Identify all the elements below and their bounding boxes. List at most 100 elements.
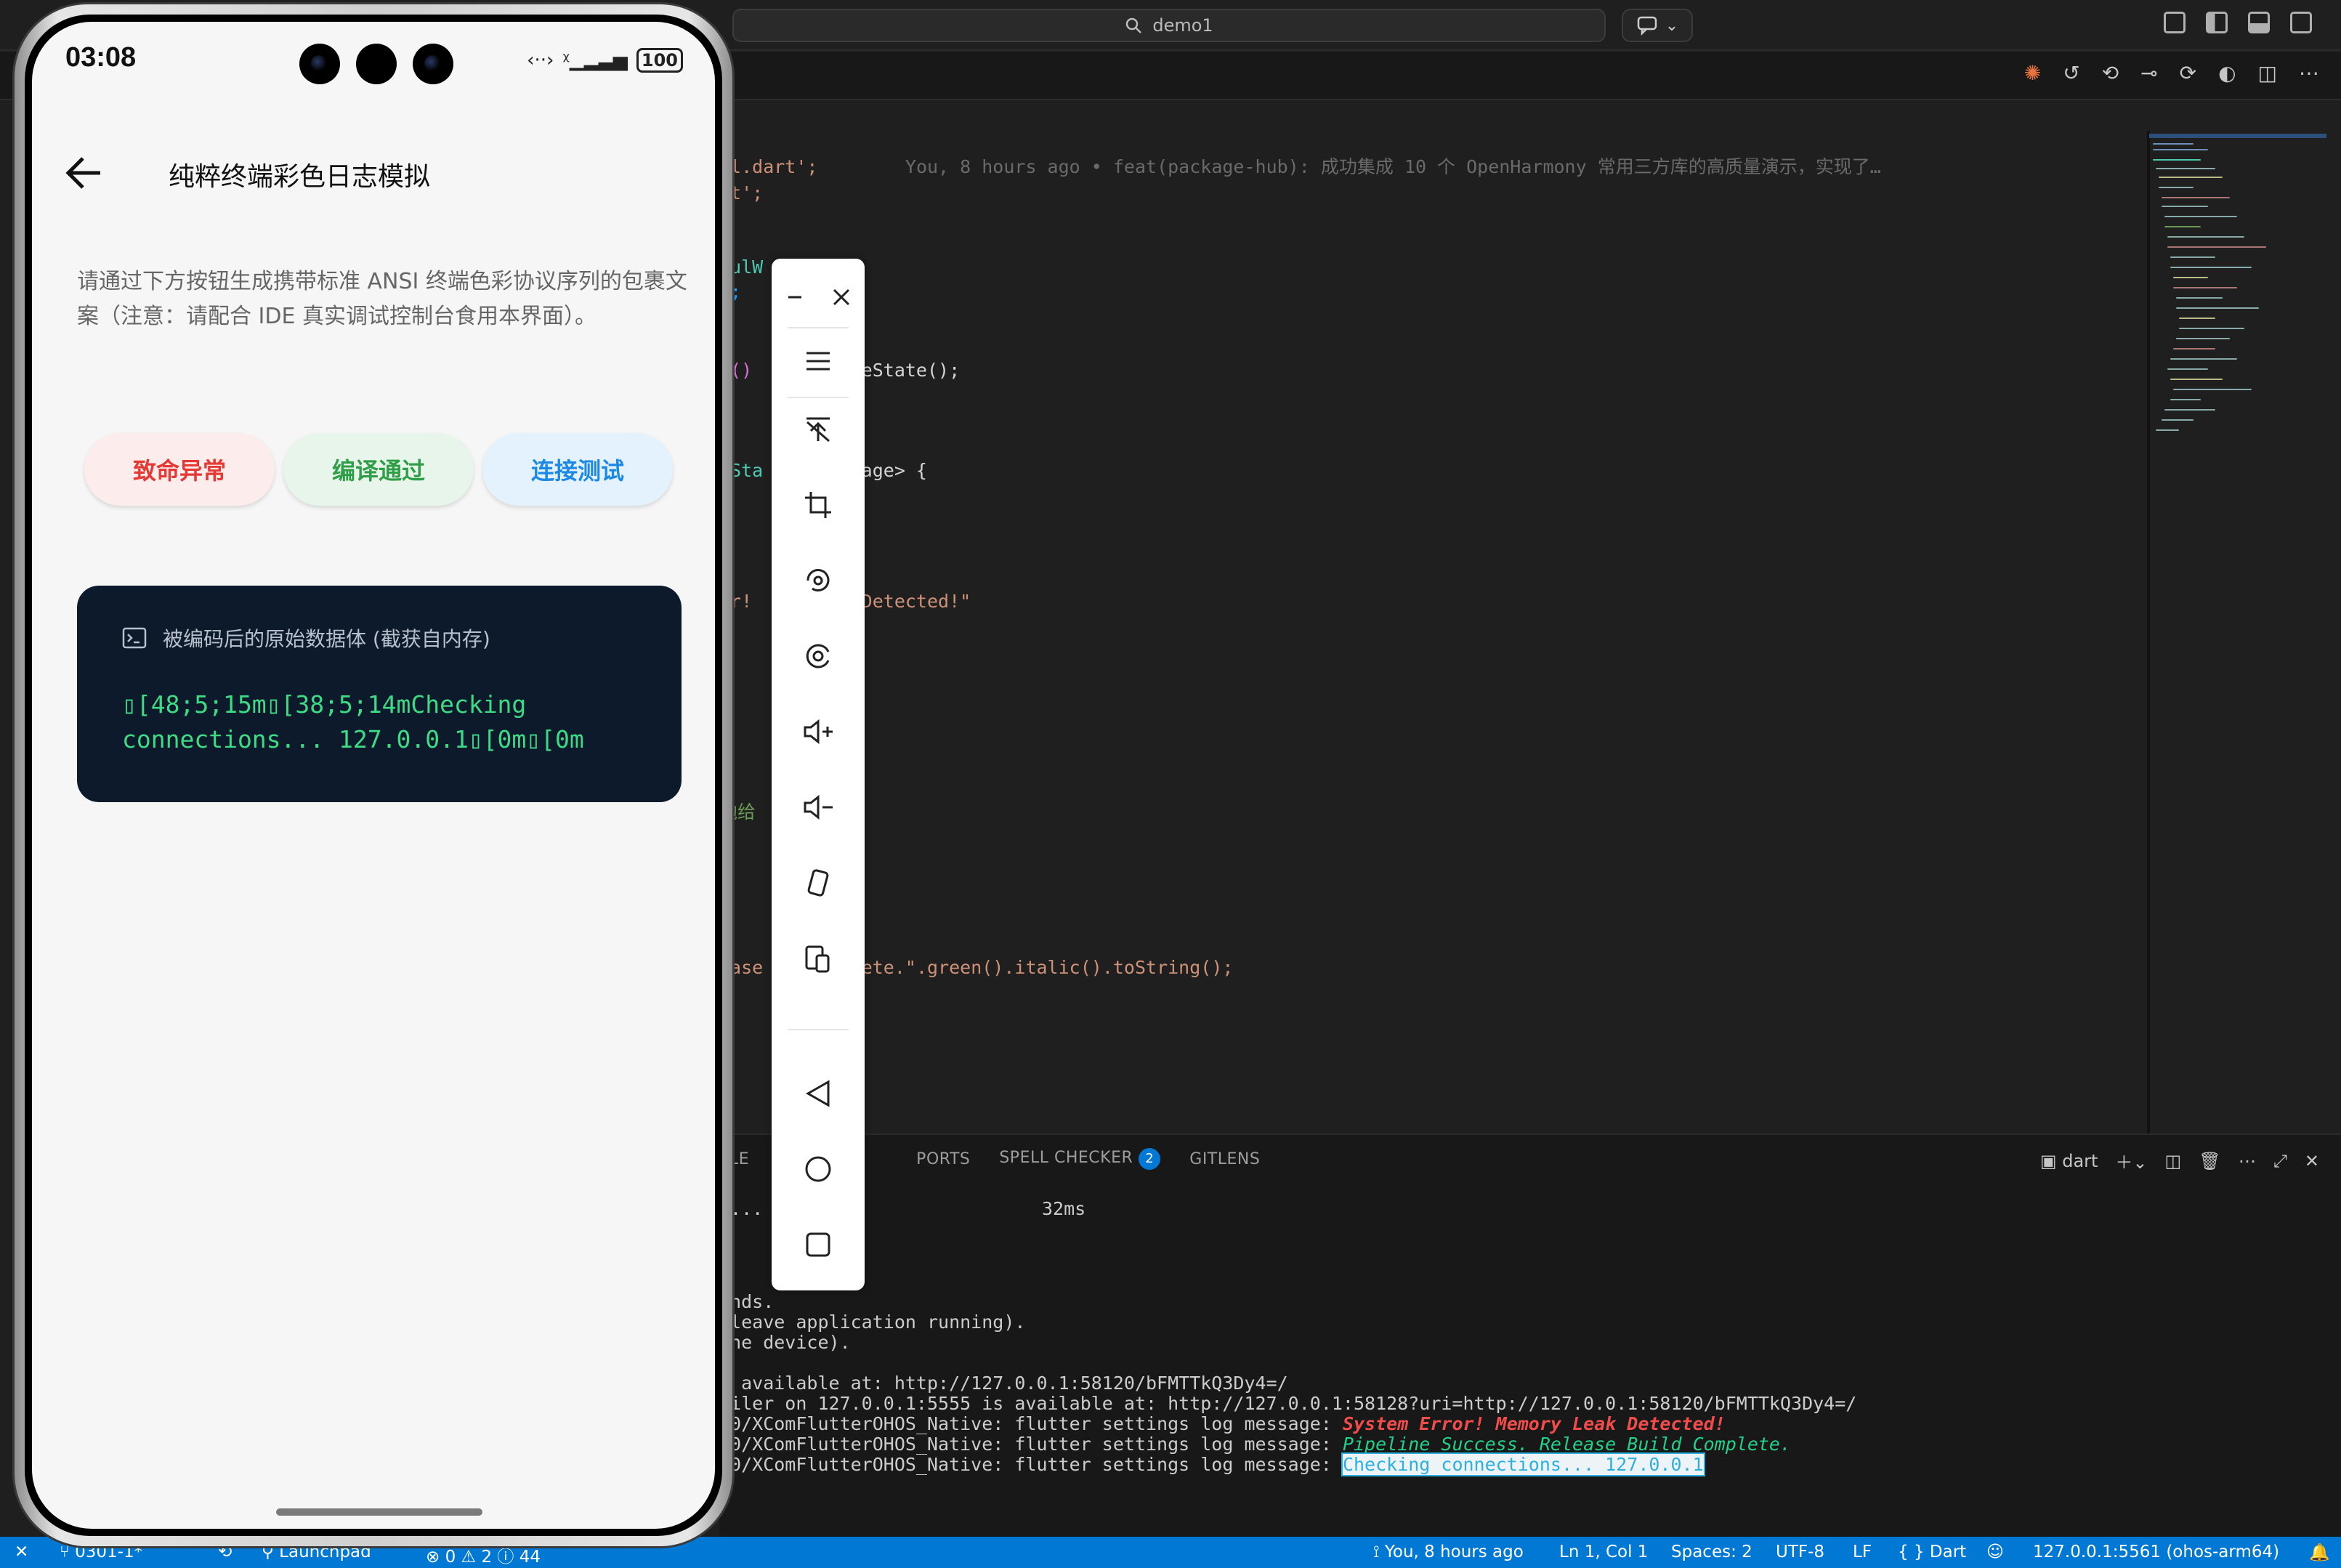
encoding[interactable]: UTF-8 [1776, 1543, 1824, 1561]
commit-icon[interactable]: ⊸ [2140, 61, 2157, 85]
cursor-position[interactable]: Ln 1, Col 1 [1559, 1543, 1648, 1561]
terminal-selector[interactable]: ▣ dart [2040, 1151, 2098, 1171]
volume-up-button[interactable] [772, 706, 865, 757]
code-line: al.dart'; You, 8 hours ago • feat(packag… [719, 156, 1881, 177]
code-editor[interactable]: al.dart'; You, 8 hours ago • feat(packag… [719, 102, 2172, 1133]
toggle-primary-sidebar-icon[interactable] [2206, 12, 2228, 33]
panel-actions: ▣ dart ＋⌄ ◫ 🗑 ⋯ ⤢ ✕ [2040, 1148, 2319, 1173]
system-icons: ‹··› ᵡ▁▂▃▅ 100 [527, 48, 683, 73]
menu-icon [806, 352, 830, 371]
minimize-icon [788, 296, 801, 299]
maximize-panel-icon[interactable]: ⤢ [2273, 1151, 2287, 1171]
emulator-toolbar [772, 259, 865, 1290]
pin-top-icon [806, 417, 830, 442]
split-editor-icon[interactable]: ◫ [2258, 61, 2277, 85]
terminal-line: 00/XComFlutterOHOS_Native: flutter setti… [719, 1413, 1726, 1434]
camera-lens-icon [413, 44, 453, 84]
copilot-status-icon[interactable]: ☺ [1986, 1543, 2004, 1561]
git-blame-label: You, 8 hours ago [1384, 1543, 1524, 1561]
home-indicator[interactable] [276, 1508, 482, 1516]
volume-down-icon [804, 794, 833, 820]
rotate-device-button[interactable] [772, 857, 865, 908]
go-forward-icon[interactable]: ⟳ [2180, 61, 2196, 85]
signal-icon: ᵡ▁▂▃▅ [562, 49, 628, 71]
pin-on-top-button[interactable] [772, 404, 865, 455]
end-of-line[interactable]: LF [1853, 1543, 1872, 1561]
phone-status-bar: 03:08 ‹··› ᵡ▁▂▃▅ 100 [32, 22, 715, 87]
customize-layout-icon[interactable] [2164, 12, 2186, 33]
phone-emulator-frame: 03:08 ‹··› ᵡ▁▂▃▅ 100 纯粹终端彩色日志模拟 请通过下方按钮生… [15, 4, 732, 1546]
nav-home-button[interactable] [772, 1144, 865, 1195]
volume-down-button[interactable] [772, 782, 865, 833]
kill-terminal-icon[interactable]: 🗑 [2199, 1151, 2220, 1171]
new-terminal-icon[interactable]: ＋⌄ [2115, 1148, 2147, 1173]
language-mode[interactable]: { } Dart [1898, 1543, 1966, 1561]
camera-lens-icon [356, 44, 397, 84]
tab-gitlens[interactable]: GITLENS [1189, 1150, 1260, 1168]
git-blame-annotation: You, 8 hours ago • feat(package-hub): 成功… [905, 156, 1881, 177]
problems-counts: 0 ⚠ 2 ⓘ 44 [445, 1548, 541, 1567]
rotate-button[interactable] [772, 555, 865, 606]
tab-console[interactable]: LE [729, 1150, 749, 1168]
nav-recents-button[interactable] [772, 1219, 865, 1270]
close-button[interactable] [818, 272, 865, 323]
chat-icon [1637, 16, 1657, 36]
command-center-search[interactable]: demo1 [732, 9, 1606, 42]
battery-indicator: 100 [636, 48, 683, 73]
layout-controls [2164, 12, 2312, 33]
split-terminal-icon[interactable]: ◫ [2165, 1151, 2182, 1171]
nav-back-button[interactable] [772, 1068, 865, 1119]
multi-device-button[interactable] [772, 933, 865, 984]
log-card-header: 被编码后的原始数据体 (截获自内存) [122, 623, 490, 652]
page-description: 请通过下方按钮生成携带标准 ANSI 终端色彩协议序列的包裹文案（注意：请配合 … [77, 269, 687, 329]
screenshot-button[interactable] [772, 480, 865, 530]
timeline-icon[interactable]: ↺ [2063, 61, 2079, 85]
chevron-down-icon: ⌄ [1665, 16, 1679, 35]
bottom-panel: LE PORTS SPELL CHECKER 2 GITLENS ▣ dart ＋… [719, 1133, 2341, 1537]
indentation[interactable]: Spaces: 2 [1671, 1543, 1752, 1561]
editor-actions: ✺ ↺ ⟲ ⊸ ⟳ ◐ ◫ ⋯ [2024, 61, 2319, 85]
device-selector[interactable]: 127.0.0.1:5561 (ohos-arm64) [2033, 1543, 2279, 1561]
raw-log-card: 被编码后的原始数据体 (截获自内存) ▯[48;5;15m▯[38;5;14mC… [77, 586, 682, 802]
remote-indicator-icon[interactable]: ✕ [15, 1543, 28, 1561]
more-icon[interactable]: ⋯ [2239, 1151, 2256, 1171]
triangle-back-icon [805, 1080, 830, 1107]
minimize-button[interactable] [772, 272, 818, 323]
git-blame-status[interactable]: ⟟ You, 8 hours ago [1373, 1543, 1524, 1561]
terminal-icon [122, 627, 147, 649]
more-actions-icon[interactable]: ⋯ [2299, 61, 2319, 85]
copilot-sparkle-icon[interactable]: ✺ [2024, 61, 2041, 85]
tab-spell-checker-label: SPELL CHECKER [999, 1149, 1133, 1167]
phone-bezel: 03:08 ‹··› ᵡ▁▂▃▅ 100 纯粹终端彩色日志模拟 请通过下方按钮生… [25, 15, 722, 1536]
terminal-line: 00/XComFlutterOHOS_Native: flutter setti… [719, 1452, 1705, 1476]
toggle-panel-icon[interactable] [2248, 12, 2270, 33]
toggle-secondary-sidebar-icon[interactable] [2290, 12, 2312, 33]
record-button[interactable] [772, 631, 865, 682]
phone-screen: 03:08 ‹··› ᵡ▁▂▃▅ 100 纯粹终端彩色日志模拟 请通过下方按钮生… [32, 22, 715, 1529]
terminal-output[interactable]: 9... 32ms ands. leave application running… [719, 1186, 2341, 1535]
open-changes-icon[interactable]: ◐ [2218, 61, 2236, 85]
record-icon [806, 644, 830, 668]
connection-test-button[interactable]: 连接测试 [482, 433, 673, 506]
compile-success-button[interactable]: 编译通过 [283, 433, 474, 506]
fatal-error-button[interactable]: 致命异常 [84, 433, 275, 506]
hotspot-icon: ‹··› [527, 49, 554, 71]
terminal-line: s available at: http://127.0.0.1:58120/b… [719, 1373, 1288, 1394]
notifications-bell-icon[interactable]: 🔔 [2309, 1543, 2330, 1562]
menu-button[interactable] [772, 336, 865, 387]
tab-spell-checker[interactable]: SPELL CHECKER 2 [999, 1148, 1161, 1170]
tab-ports[interactable]: PORTS [916, 1150, 970, 1168]
back-arrow-icon[interactable] [62, 151, 106, 195]
camera-lens-icon [299, 44, 340, 84]
spell-checker-count-badge: 2 [1139, 1148, 1161, 1170]
close-panel-icon[interactable]: ✕ [2305, 1151, 2319, 1171]
rotate-icon [806, 569, 830, 591]
workspace-name: demo1 [1152, 15, 1213, 36]
copilot-chat-button[interactable]: ⌄ [1622, 9, 1693, 42]
app-bar: 纯粹终端彩色日志模拟 [32, 138, 715, 203]
problems-indicator[interactable]: ⊗ 0 ⚠ 2 ⓘ 44 [426, 1543, 541, 1567]
terminal-line: the device). [719, 1332, 851, 1353]
go-back-icon[interactable]: ⟲ [2102, 61, 2119, 85]
minimap[interactable] [2149, 131, 2341, 538]
page-title: 纯粹终端彩色日志模拟 [169, 162, 431, 192]
